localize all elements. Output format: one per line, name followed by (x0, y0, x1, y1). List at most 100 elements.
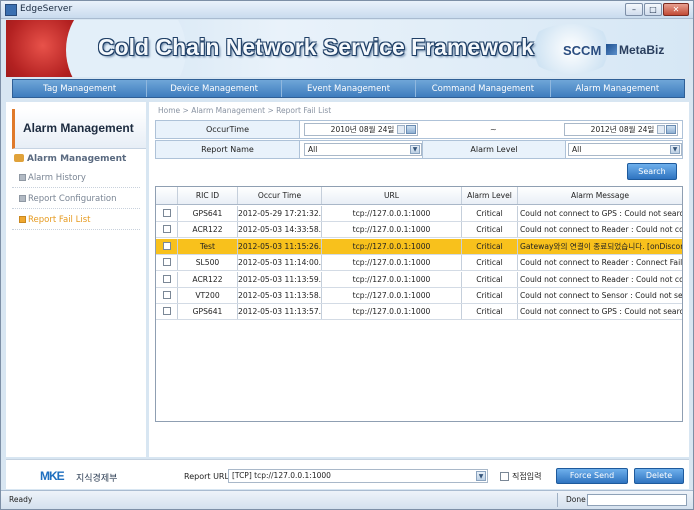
sidebar-item-alarm-history[interactable]: Alarm History (12, 168, 140, 188)
main-menu: Tag Management Device Management Event M… (12, 79, 685, 98)
date-range-separator: ~ (490, 125, 497, 134)
cell-time: 2012-05-03 11:14:00.0 (238, 255, 322, 271)
cell-level: Critical (462, 271, 518, 287)
status-text: Ready (9, 495, 33, 504)
minimize-button[interactable]: – (625, 3, 643, 16)
date-to-picker[interactable]: 2012년 08월 24일 (564, 123, 678, 136)
table-row[interactable]: GPS641 2012-05-03 11:13:57.0 tcp://127.0.0… (156, 304, 682, 321)
date-to-value: 2012년 08월 24일 (590, 125, 655, 134)
table-row[interactable]: VT200 2012-05-03 11:13:58.0 tcp://127.0.0.… (156, 288, 682, 304)
force-send-button[interactable]: Force Send (556, 468, 628, 484)
report-url-label: Report URL (184, 472, 229, 481)
table-row[interactable]: GPS641 2012-05-29 17:21:32.0 tcp://127.0.0… (156, 206, 682, 222)
app-icon (5, 4, 17, 16)
menu-command-management[interactable]: Command Management (416, 80, 551, 97)
window-title: EdgeServer (20, 4, 73, 14)
delete-button[interactable]: Delete (634, 468, 684, 484)
menu-alarm-management[interactable]: Alarm Management (551, 80, 684, 97)
menu-device-management[interactable]: Device Management (147, 80, 282, 97)
bullet-icon (19, 174, 26, 181)
users-icon (14, 154, 24, 162)
cell-url: tcp://127.0.0.1:1000 (322, 206, 462, 221)
table-row[interactable]: ACR122 2012-05-03 14:33:58.0 tcp://127.0.0… (156, 222, 682, 239)
search-button[interactable]: Search (627, 163, 677, 180)
cell-time: 2012-05-03 11:13:57.0 (238, 304, 322, 320)
report-name-select[interactable]: All ▼ (304, 143, 422, 156)
row-select-cell (156, 255, 178, 271)
report-name-label: Report Name (156, 141, 300, 158)
row-select-cell (156, 288, 178, 303)
cell-ric: ACR122 (178, 271, 238, 287)
cell-ric: ACR122 (178, 222, 238, 238)
date-from-value: 2010년 08월 24일 (330, 125, 395, 134)
status-separator (557, 493, 558, 507)
sidebar-section[interactable]: Alarm Management (14, 152, 142, 166)
sidebar-item-report-fail-list[interactable]: Report Fail List (12, 210, 140, 230)
sidebar-header: Alarm Management (12, 109, 146, 149)
sidebar-item-report-configuration[interactable]: Report Configuration (12, 189, 140, 209)
cell-url: tcp://127.0.0.1:1000 (322, 238, 462, 254)
row-select-cell (156, 238, 178, 254)
direct-input-checkbox[interactable] (500, 472, 509, 481)
row-checkbox[interactable] (162, 274, 171, 283)
sidebar-item-label: Alarm History (28, 173, 86, 183)
calendar-icon[interactable] (666, 125, 676, 134)
app-window: EdgeServer – □ ✕ Cold Chain Network Serv… (0, 0, 694, 510)
row-checkbox[interactable] (162, 225, 171, 234)
cell-level: Critical (462, 238, 518, 254)
cell-level: Critical (462, 255, 518, 271)
cell-url: tcp://127.0.0.1:1000 (322, 288, 462, 303)
table-row[interactable]: ACR122 2012-05-03 11:13:59.0 tcp://127.0.0… (156, 271, 682, 288)
sidebar: Alarm Management Alarm Management Alarm … (6, 102, 146, 457)
row-checkbox[interactable] (162, 258, 171, 267)
cell-url: tcp://127.0.0.1:1000 (322, 255, 462, 271)
report-name-value: All (308, 145, 318, 154)
cell-msg: Gateway와의 연결이 종료되었습니다. [onDiscon... (520, 241, 682, 251)
cell-level: Critical (462, 222, 518, 238)
filter-row-time: OccurTime 2010년 08월 24일 ~ 2012년 08월 24일 (155, 120, 683, 139)
grid-header: RIC ID Occur Time URL Alarm Level Alarm … (156, 187, 682, 205)
calendar-icon[interactable] (406, 125, 416, 134)
row-checkbox[interactable] (162, 209, 171, 217)
cell-ric: GPS641 (178, 206, 238, 221)
table-row[interactable]: Test 2012-05-03 11:15:26.0 tcp://127.0.0.1… (156, 238, 682, 255)
col-alarm-message[interactable]: Alarm Message (518, 187, 682, 204)
cell-msg: Could not connect to GPS : Could not sea… (520, 307, 682, 317)
menu-event-management[interactable]: Event Management (282, 80, 417, 97)
alarm-grid: RIC ID Occur Time URL Alarm Level Alarm … (155, 186, 683, 422)
chevron-down-icon[interactable]: ▼ (410, 145, 420, 154)
cell-url: tcp://127.0.0.1:1000 (322, 271, 462, 287)
progress-bar (587, 494, 687, 506)
chevron-down-icon[interactable]: ▼ (670, 145, 680, 154)
row-checkbox[interactable] (162, 291, 171, 299)
cell-level: Critical (462, 206, 518, 221)
col-alarm-level[interactable]: Alarm Level (462, 187, 518, 204)
cell-msg: Could not connect to GPS : Could not sea… (520, 209, 682, 218)
date-from-picker[interactable]: 2010년 08월 24일 (304, 123, 418, 136)
spinner-icon[interactable] (657, 125, 665, 134)
spinner-icon[interactable] (397, 125, 405, 134)
cell-url: tcp://127.0.0.1:1000 (322, 222, 462, 238)
status-bar: Ready Done (1, 490, 693, 509)
row-checkbox[interactable] (162, 307, 171, 316)
col-occur-time[interactable]: Occur Time (238, 187, 322, 204)
cell-ric: SL500 (178, 255, 238, 271)
cell-time: 2012-05-03 11:13:58.0 (238, 288, 322, 303)
app-title: Cold Chain Network Service Framework (98, 34, 534, 60)
row-checkbox[interactable] (162, 241, 171, 250)
metabiz-logo: MetaBiz (619, 43, 665, 57)
report-url-select[interactable]: [TCP] tcp://127.0.0.1:1000 ▼ (228, 469, 488, 483)
maximize-button[interactable]: □ (644, 3, 662, 16)
sidebar-item-label: Report Fail List (28, 215, 91, 225)
table-row[interactable]: SL500 2012-05-03 11:14:00.0 tcp://127.0.0.… (156, 255, 682, 272)
close-button[interactable]: ✕ (663, 3, 689, 16)
col-url[interactable]: URL (322, 187, 462, 204)
status-done: Done (566, 495, 586, 504)
col-ric-id[interactable]: RIC ID (178, 187, 238, 204)
menu-tag-management[interactable]: Tag Management (13, 80, 148, 97)
metabiz-icon (606, 44, 617, 55)
chevron-down-icon[interactable]: ▼ (476, 471, 486, 481)
alarm-level-select[interactable]: All ▼ (568, 143, 682, 156)
row-select-cell (156, 271, 178, 287)
cell-msg: Could not connect to Reader : Connect Fa… (520, 258, 682, 268)
